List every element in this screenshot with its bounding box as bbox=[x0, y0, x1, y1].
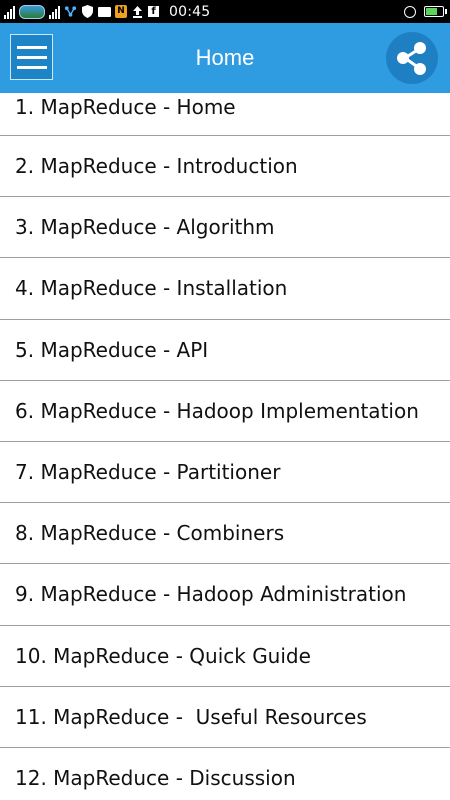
status-time: 00:45 bbox=[169, 3, 211, 20]
share-icon bbox=[397, 42, 426, 75]
page-title: Home bbox=[195, 45, 255, 70]
status-bar-notifications: N f 00:45 bbox=[0, 0, 210, 23]
battery-icon bbox=[424, 6, 447, 17]
notification-app-icon: N bbox=[115, 5, 127, 18]
mail-icon bbox=[98, 5, 111, 18]
list-item[interactable]: 7. MapReduce - Partitioner bbox=[0, 442, 450, 504]
shield-icon bbox=[81, 5, 94, 18]
list-item[interactable]: 3. MapReduce - Algorithm bbox=[0, 197, 450, 259]
facebook-icon: f bbox=[148, 6, 159, 17]
status-bar: N f 00:45 bbox=[0, 0, 450, 23]
signal-icon bbox=[49, 5, 60, 19]
network-icon bbox=[64, 5, 77, 18]
carrier-logo-icon bbox=[19, 4, 45, 19]
list-item[interactable]: 1. MapReduce - Home bbox=[0, 93, 450, 136]
battery-level bbox=[426, 8, 438, 15]
alarm-icon bbox=[404, 5, 416, 18]
list-item[interactable]: 2. MapReduce - Introduction bbox=[0, 136, 450, 198]
list-item[interactable]: 4. MapReduce - Installation bbox=[0, 258, 450, 320]
hamburger-menu-icon bbox=[16, 55, 47, 59]
chapter-list: 1. MapReduce - Home 2. MapReduce - Intro… bbox=[0, 93, 450, 800]
list-item[interactable]: 6. MapReduce - Hadoop Implementation bbox=[0, 381, 450, 442]
hamburger-menu-icon bbox=[16, 45, 47, 49]
upload-icon bbox=[131, 5, 144, 18]
app-bar: Home bbox=[0, 23, 450, 93]
menu-button[interactable] bbox=[10, 34, 53, 80]
signal-icon bbox=[4, 5, 15, 19]
list-item[interactable]: 12. MapReduce - Discussion bbox=[0, 748, 450, 800]
list-item[interactable]: 11. MapReduce - Useful Resources bbox=[0, 687, 450, 748]
list-item[interactable]: 8. MapReduce - Combiners bbox=[0, 503, 450, 565]
status-bar-system bbox=[404, 0, 450, 23]
hamburger-menu-icon bbox=[16, 65, 47, 69]
list-item[interactable]: 9. MapReduce - Hadoop Administration bbox=[0, 564, 450, 626]
list-item[interactable]: 10. MapReduce - Quick Guide bbox=[0, 626, 450, 687]
list-item[interactable]: 5. MapReduce - API bbox=[0, 320, 450, 381]
share-button[interactable] bbox=[386, 32, 438, 84]
